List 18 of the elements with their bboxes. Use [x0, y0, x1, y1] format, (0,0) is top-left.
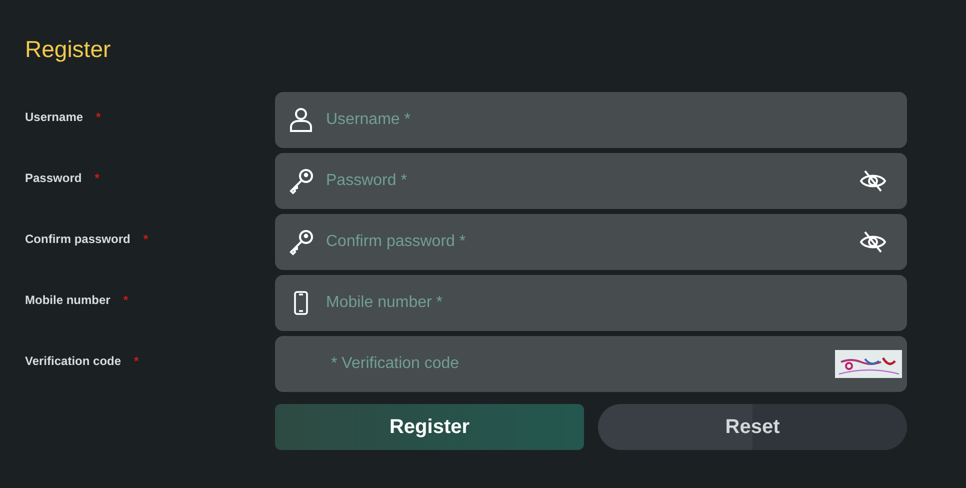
input-field[interactable]: Password * — [275, 153, 907, 209]
required-mark: * — [94, 171, 100, 185]
input-field[interactable]: Confirm password * — [275, 214, 907, 270]
required-mark: * — [96, 110, 101, 124]
reset-button[interactable]: Reset — [598, 404, 907, 450]
field-label: Username — [25, 110, 84, 124]
field-label: Confirm password — [25, 232, 130, 246]
input-field[interactable]: * Verification code — [275, 336, 907, 392]
required-mark: * — [123, 293, 128, 307]
required-mark: * — [134, 354, 139, 368]
page-title: Register — [25, 35, 112, 64]
field-label: Password — [25, 171, 82, 185]
input-field[interactable]: Mobile number * — [275, 275, 907, 331]
field-label: Verification code — [25, 354, 122, 368]
input-field[interactable]: Username * — [275, 92, 907, 148]
field-label: Mobile number — [25, 293, 110, 307]
register-button[interactable]: Register — [275, 404, 584, 450]
required-mark: * — [143, 232, 148, 246]
